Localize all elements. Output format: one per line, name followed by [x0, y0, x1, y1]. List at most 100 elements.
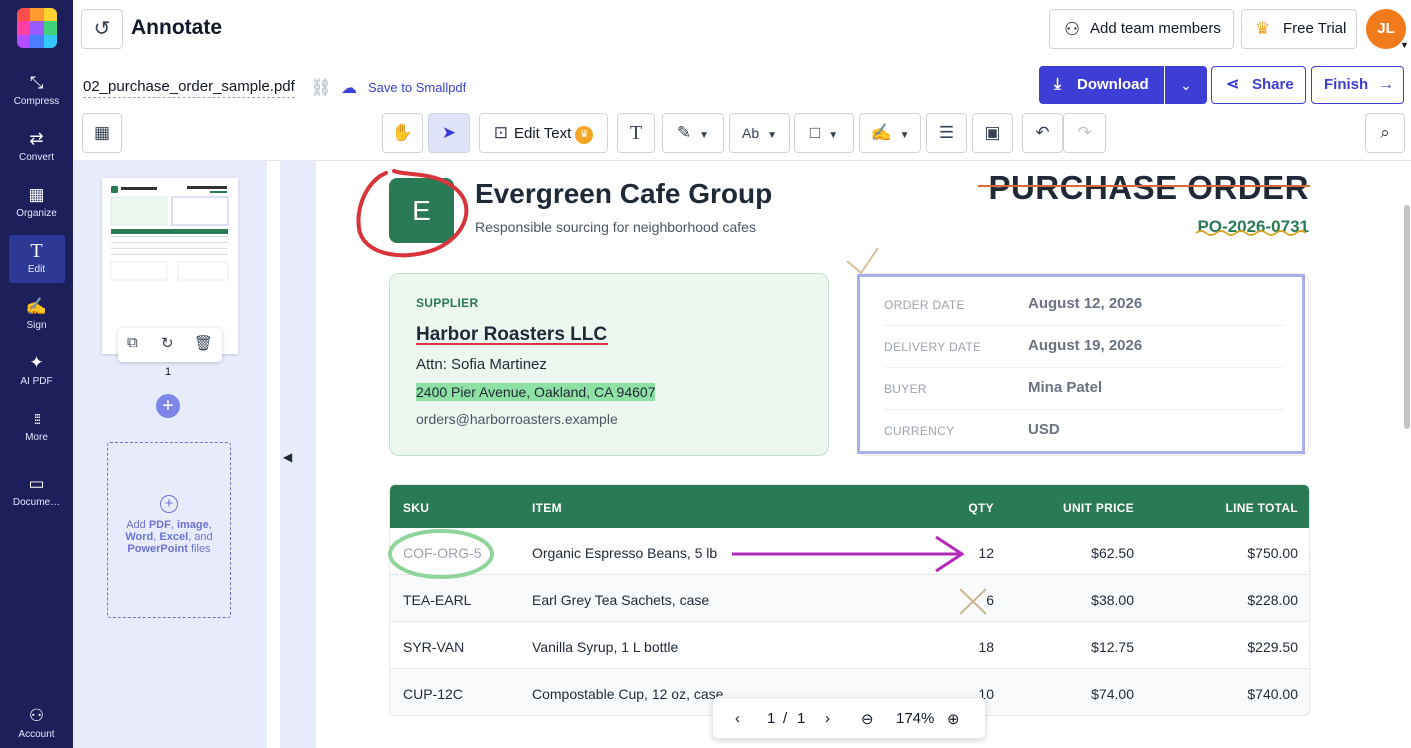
image-icon: ▣	[984, 123, 1001, 142]
add-text-tool[interactable]: T	[617, 113, 655, 153]
cell-unit-price: $12.75	[1091, 639, 1134, 655]
document-title: PURCHASE ORDER	[988, 169, 1309, 206]
column-header: LINE TOTAL	[1225, 501, 1298, 515]
add-page-button[interactable]: +	[156, 394, 180, 418]
rail-item-documents[interactable]: ▭ Docume…	[0, 474, 73, 508]
rail-item-ai-pdf[interactable]: ✦ AI PDF	[0, 353, 73, 387]
cell-sku: SYR-VAN	[403, 639, 465, 655]
caret-down-icon[interactable]: ▼	[1400, 40, 1409, 50]
top-bar: ↺ Annotate ⚇ Add team members ♛ Free Tri…	[73, 0, 1411, 58]
finish-button[interactable]: Finish →	[1311, 66, 1404, 104]
rail-item-more[interactable]: ⁞⁞⁞ More	[0, 409, 73, 443]
cell-unit-price: $38.00	[1091, 592, 1134, 608]
convert-icon: ⇄	[29, 129, 44, 148]
form-lines-icon: ☰	[938, 123, 955, 142]
column-header: ITEM	[532, 501, 562, 515]
text-style-tool[interactable]: Ab ▼	[729, 113, 790, 153]
supplier-address: 2400 Pier Avenue, Oakland, CA 94607	[416, 383, 656, 401]
current-page-input[interactable]: 1	[767, 710, 775, 727]
arrow-right-icon: →	[1378, 76, 1394, 93]
strikethrough-annotation[interactable]	[978, 185, 1310, 187]
rail-item-label: More	[25, 432, 48, 443]
vertical-scrollbar[interactable]	[1404, 205, 1410, 429]
download-button[interactable]: ⤓ Download	[1039, 66, 1164, 104]
back-button[interactable]: ↺	[81, 9, 123, 49]
duplicate-icon[interactable]: ⧉	[127, 334, 138, 351]
cell-sku: TEA-EARL	[403, 592, 472, 608]
free-trial-label: Free Trial	[1283, 20, 1347, 37]
rail-item-edit[interactable]: T Edit	[0, 235, 73, 283]
rail-item-label: Edit	[27, 264, 46, 275]
cell-item: Compostable Cup, 12 oz, case	[532, 686, 724, 702]
page-separator: /	[783, 710, 788, 727]
plus-icon: +	[162, 395, 174, 417]
form-fields-tool[interactable]: ☰	[926, 113, 967, 153]
cell-line-total: $750.00	[1247, 545, 1298, 561]
filename-field[interactable]: 02_purchase_order_sample.pdf	[83, 78, 295, 98]
dropzone-text: Add	[126, 519, 149, 531]
undo-arrow-icon: ↺	[93, 18, 111, 40]
next-page-icon[interactable]: ›	[825, 710, 830, 727]
compress-icon: ⤡	[29, 73, 44, 92]
cell-qty: 6	[986, 592, 994, 608]
rail-item-convert[interactable]: ⇄ Convert	[0, 129, 73, 163]
download-options-button[interactable]: ⌄	[1165, 66, 1207, 104]
zoom-in-icon[interactable]: ⊕	[947, 710, 960, 728]
undo-button[interactable]: ↶	[1022, 113, 1063, 153]
supplier-label: SUPPLIER	[416, 296, 479, 310]
add-user-icon: ⚇	[1064, 19, 1081, 39]
supplier-attn: Attn: Sofia Martinez	[416, 356, 547, 373]
thumbnails-toggle-button[interactable]: ▦	[82, 113, 122, 153]
collapse-panel-icon[interactable]: ◀	[283, 450, 292, 464]
document-canvas[interactable]: E Evergreen Cafe Group Responsible sourc…	[316, 161, 1402, 748]
rail-item-label: Organize	[16, 208, 57, 219]
zoom-out-icon[interactable]: ⊖	[861, 710, 874, 728]
trash-icon[interactable]: 🗑	[194, 334, 213, 352]
dropzone-suffix: files	[191, 543, 211, 555]
cell-unit-price: $62.50	[1091, 545, 1134, 561]
sign-tool[interactable]: ✍ ▼	[859, 113, 921, 153]
table-row: SYR-VAN Vanilla Syrup, 1 L bottle 18 $12…	[390, 622, 1309, 669]
sparkle-icon: ✦	[29, 353, 44, 372]
grid-icon: ▦	[93, 123, 111, 142]
rotate-icon[interactable]: ↻	[161, 334, 174, 352]
page-navigation-bar: ‹ 1 / 1 › ⊖ 174% ⊕	[712, 697, 986, 739]
checkmark-annotation	[846, 247, 879, 275]
rectangle-icon: □	[809, 123, 821, 142]
table-row: COF-ORG-5 Organic Espresso Beans, 5 lb 1…	[390, 528, 1309, 575]
cell-qty: 12	[978, 545, 994, 561]
folder-icon: ▭	[28, 474, 45, 493]
supplier-email: orders@harborroasters.example	[416, 411, 618, 427]
rail-item-label: Sign	[26, 320, 47, 331]
redo-button[interactable]: ↷	[1063, 113, 1106, 153]
save-to-smallpdf-link[interactable]: Save to Smallpdf	[368, 80, 466, 95]
hand-tool[interactable]: ✋	[382, 113, 423, 153]
rail-item-sign[interactable]: ✍ Sign	[0, 297, 73, 331]
free-trial-button[interactable]: ♛ Free Trial	[1241, 9, 1357, 49]
page-title: Annotate	[131, 16, 222, 39]
shape-tool[interactable]: □ ▼	[794, 113, 854, 153]
smallpdf-logo[interactable]	[17, 8, 57, 48]
edit-text-label: Edit Text	[513, 125, 572, 142]
rail-item-compress[interactable]: ⤡ Compress	[0, 73, 73, 107]
add-team-members-button[interactable]: ⚇ Add team members	[1049, 9, 1234, 49]
pen-tool[interactable]: ✎ ▼	[662, 113, 724, 153]
rectangle-annotation[interactable]	[857, 274, 1305, 454]
rail-item-organize[interactable]: ▦ Organize	[0, 185, 73, 219]
cell-line-total: $740.00	[1247, 686, 1298, 702]
unlink-icon[interactable]: ⛓	[310, 78, 332, 98]
total-pages: 1	[797, 710, 806, 727]
cell-item: Organic Espresso Beans, 5 lb	[532, 545, 718, 561]
rail-item-account[interactable]: ⚇ Account	[0, 706, 73, 740]
thumbnail-actions: ⧉ ↻ 🗑	[118, 328, 222, 362]
cell-sku: CUP-12C	[403, 686, 463, 702]
search-button[interactable]: ⌕	[1365, 113, 1405, 153]
zoom-level[interactable]: 174%	[896, 710, 934, 727]
share-button[interactable]: ⋖ Share	[1211, 66, 1306, 104]
share-label: Share	[1252, 76, 1294, 93]
previous-page-icon[interactable]: ‹	[735, 710, 740, 727]
add-files-dropzone[interactable]: + Add PDF, image, Word, Excel, and Power…	[107, 442, 231, 618]
edit-text-tool[interactable]: ⊡ Edit Text ♛	[479, 113, 608, 153]
select-tool[interactable]: ➤	[428, 113, 470, 153]
image-tool[interactable]: ▣	[972, 113, 1013, 153]
